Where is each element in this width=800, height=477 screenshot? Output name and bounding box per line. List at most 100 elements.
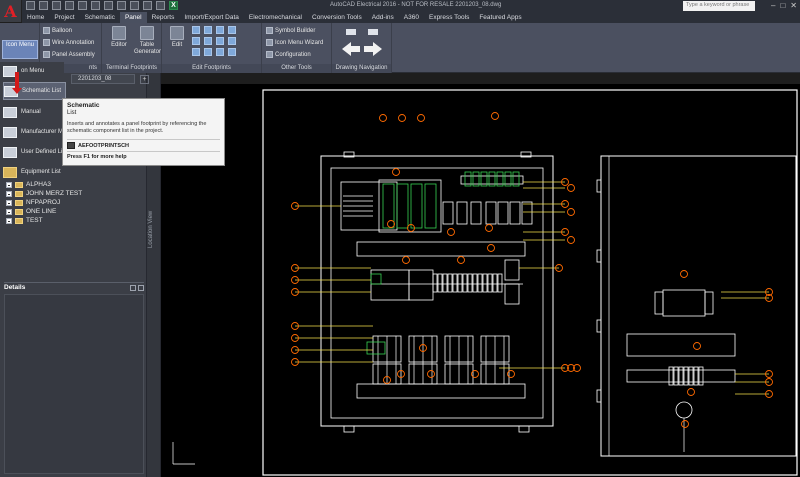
component-balloon — [681, 420, 689, 428]
match-icon[interactable] — [156, 1, 165, 10]
menu-item-user-defined-list[interactable]: User Defined Lis — [3, 143, 65, 161]
application-menu-button[interactable]: A — [0, 0, 22, 22]
expand-icon[interactable] — [6, 190, 12, 197]
details-info-icon[interactable] — [138, 284, 144, 291]
workspace-icon[interactable] — [117, 1, 126, 10]
expand-icon[interactable] — [6, 199, 12, 206]
scoot-icon[interactable] — [216, 26, 224, 34]
next-drawing-icon[interactable] — [364, 42, 382, 56]
user-attributes-icon[interactable] — [228, 37, 236, 45]
tab-featured-apps[interactable]: Featured Apps — [474, 12, 526, 23]
tree-item[interactable]: ONE LINE — [6, 207, 82, 216]
terminal-strip — [487, 273, 493, 293]
edit-button[interactable]: Edit — [166, 26, 188, 49]
tab-reports[interactable]: Reports — [147, 12, 180, 23]
close-icon[interactable]: ✕ — [790, 1, 797, 10]
balloon-button[interactable]: Balloon — [43, 26, 72, 35]
print-icon[interactable] — [78, 1, 87, 10]
menu-item-label: User Defined Lis — [21, 149, 66, 155]
copy-assembly-icon[interactable] — [216, 37, 224, 45]
terminal-strip — [462, 273, 468, 293]
tab-schematic[interactable]: Schematic — [80, 12, 120, 23]
circuit-breaker — [442, 201, 454, 225]
expand-icon[interactable] — [6, 181, 12, 188]
open-icon[interactable] — [39, 1, 48, 10]
details-preview-icon[interactable] — [130, 284, 136, 291]
excel-icon[interactable]: X — [169, 1, 178, 10]
power-supply — [370, 269, 410, 301]
save-as-icon[interactable] — [65, 1, 74, 10]
control-transformer — [662, 289, 706, 317]
maximize-icon[interactable]: □ — [780, 1, 785, 10]
tab-home[interactable]: Home — [22, 12, 49, 23]
edit-footprints-panel: Edit Edit Footprints — [162, 23, 262, 73]
copy-footprint-icon[interactable] — [192, 26, 200, 34]
tab-project[interactable]: Project — [49, 12, 79, 23]
drawing-navigation-panel: Drawing Navigation — [332, 23, 392, 73]
details-header[interactable]: Details — [4, 282, 144, 292]
drawing-canvas[interactable] — [161, 84, 800, 477]
menu-item-manufacturer-menu[interactable]: Manufacturer M — [3, 123, 63, 141]
enclosure-foot — [343, 425, 355, 433]
resequence-icon[interactable] — [204, 37, 212, 45]
swap-icon[interactable] — [192, 37, 200, 45]
align-icon[interactable] — [228, 26, 236, 34]
icon-menu-button[interactable]: Icon Menu — [2, 40, 38, 59]
wire-numbers-icon[interactable] — [204, 48, 212, 56]
expand-icon[interactable] — [6, 208, 12, 215]
properties-footprint-icon[interactable] — [192, 48, 200, 56]
redo-icon[interactable] — [104, 1, 113, 10]
menu-item-icon-menu[interactable]: on Menu — [3, 62, 44, 80]
icon-menu-wizard-button[interactable]: Icon Menu Wizard — [266, 38, 323, 47]
configuration-button[interactable]: Configuration — [266, 50, 311, 59]
new-tab-button[interactable]: + — [140, 75, 149, 84]
minimize-icon[interactable]: – — [771, 1, 775, 10]
table-generator-button[interactable]: Table Generator — [134, 26, 161, 56]
search-input[interactable]: Type a keyword or phrase — [683, 1, 755, 11]
tab-electromechanical[interactable]: Electromechanical — [244, 12, 307, 23]
tab-import-export-data[interactable]: Import/Export Data — [179, 12, 244, 23]
tree-item-label: TEST — [26, 217, 43, 224]
symbol-builder-button[interactable]: Symbol Builder — [266, 26, 315, 35]
save-icon[interactable] — [52, 1, 61, 10]
wire-annotation-button[interactable]: Wire Annotation — [43, 38, 94, 47]
previous-drawing-icon[interactable] — [342, 42, 360, 56]
navigation-arrows — [342, 29, 382, 56]
panel-assembly-button[interactable]: Panel Assembly — [43, 50, 95, 59]
tree-item-label: NFPAPROJ — [26, 199, 61, 206]
component-balloon — [687, 388, 695, 396]
tab-express-tools[interactable]: Express Tools — [424, 12, 474, 23]
drawing-tab[interactable]: 2201203_08 — [71, 74, 135, 84]
editor-button[interactable]: Editor — [108, 26, 130, 49]
tree-item[interactable]: ALPHA3 — [6, 180, 82, 189]
details-label: Details — [4, 284, 26, 291]
tree-item[interactable]: NFPAPROJ — [6, 198, 82, 207]
tree-item[interactable]: JOHN MERZ TEST — [6, 189, 82, 198]
terminal-strip — [457, 273, 463, 293]
properties-icon[interactable] — [143, 1, 152, 10]
new-icon[interactable] — [26, 1, 35, 10]
undo-icon[interactable] — [91, 1, 100, 10]
menu-item-manual[interactable]: Manual — [3, 103, 41, 121]
menu-item-equipment-list[interactable]: Equipment List — [3, 163, 61, 181]
expand-icon[interactable] — [6, 217, 12, 224]
tab-panel[interactable]: Panel — [119, 12, 147, 23]
wire-tool-icon[interactable] — [368, 29, 378, 35]
component-balloon — [680, 270, 688, 278]
transformer-bracket — [704, 291, 714, 315]
tab-a360[interactable]: A360 — [399, 12, 424, 23]
terminal-strip — [482, 273, 488, 293]
menu-item-label: Equipment List — [21, 169, 61, 175]
other-tools-title: Other Tools — [262, 64, 331, 73]
attribute-icon[interactable] — [216, 48, 224, 56]
plc-module — [424, 183, 437, 229]
tab-add-ins[interactable]: Add-ins — [367, 12, 399, 23]
location-view-label: Location View — [148, 210, 154, 248]
plot-icon[interactable] — [130, 1, 139, 10]
tab-conversion-tools[interactable]: Conversion Tools — [307, 12, 367, 23]
squeeze-icon[interactable] — [228, 48, 236, 56]
tree-item[interactable]: TEST — [6, 216, 82, 225]
enclosure-foot — [518, 425, 530, 433]
delete-footprint-icon[interactable] — [204, 26, 212, 34]
scoot-tool-icon[interactable] — [346, 29, 356, 35]
